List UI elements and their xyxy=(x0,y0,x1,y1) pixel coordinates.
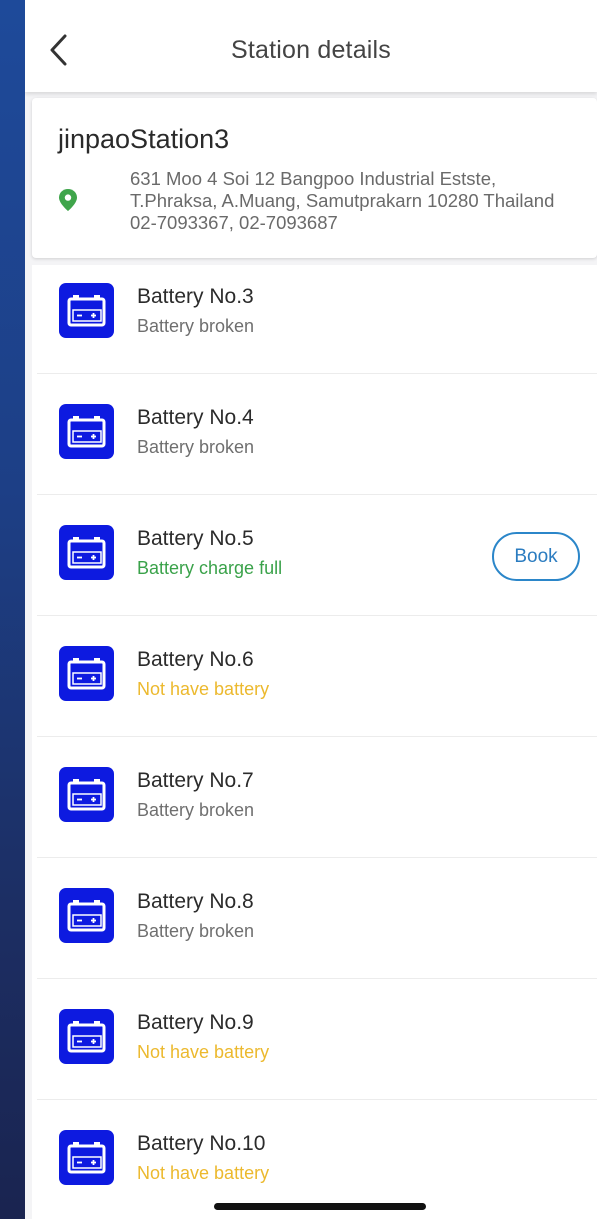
battery-label: Battery No.8 xyxy=(137,890,254,913)
battery-status: Battery broken xyxy=(137,800,255,820)
book-button[interactable]: Book xyxy=(492,532,580,581)
battery-icon xyxy=(59,404,114,459)
battery-icon xyxy=(59,767,114,822)
battery-row[interactable]: Battery No.8 Battery broken xyxy=(32,858,597,979)
screen: Station details jinpaoStation3 631 Moo 4… xyxy=(25,0,597,1219)
battery-icon xyxy=(59,525,114,580)
station-name: jinpaoStation3 xyxy=(58,124,230,154)
battery-status: Battery charge full xyxy=(137,558,283,578)
battery-row[interactable]: Battery No.4 Battery broken xyxy=(32,374,597,495)
battery-row[interactable]: Battery No.7 Battery broken xyxy=(32,737,597,858)
battery-icon xyxy=(59,1009,114,1064)
battery-row[interactable]: Battery No.6 Not have battery xyxy=(32,616,597,737)
battery-label: Battery No.9 xyxy=(137,1011,254,1034)
battery-row[interactable]: Battery No.9 Not have battery xyxy=(32,979,597,1100)
station-address: 631 Moo 4 Soi 12 Bangpoo Industrial Ests… xyxy=(130,168,555,233)
battery-status: Battery broken xyxy=(137,921,255,941)
battery-label: Battery No.3 xyxy=(137,285,254,308)
battery-label: Battery No.6 xyxy=(137,648,254,671)
page-title: Station details xyxy=(230,36,392,64)
battery-status: Battery broken xyxy=(137,316,255,336)
top-app-bar: Station details xyxy=(25,0,597,92)
battery-label: Battery No.7 xyxy=(137,769,254,792)
battery-icon xyxy=(59,646,114,701)
battery-icon xyxy=(59,888,114,943)
battery-icon xyxy=(59,283,114,338)
battery-status: Not have battery xyxy=(137,1042,270,1062)
battery-label: Battery No.5 xyxy=(137,527,254,550)
location-pin-icon xyxy=(59,189,77,211)
battery-label: Battery No.10 xyxy=(137,1132,266,1155)
battery-label: Battery No.4 xyxy=(137,406,254,429)
battery-status: Not have battery xyxy=(137,679,270,699)
station-info-card: jinpaoStation3 631 Moo 4 Soi 12 Bangpoo … xyxy=(32,98,597,258)
battery-row[interactable]: Battery No.10 Not have battery xyxy=(32,1100,597,1219)
battery-status: Battery broken xyxy=(137,437,255,457)
battery-list: Battery No.3 Battery broken Battery No.4 Ba… xyxy=(32,265,597,1219)
battery-status: Not have battery xyxy=(137,1163,270,1183)
battery-row[interactable]: Battery No.3 Battery broken xyxy=(32,265,597,374)
battery-icon xyxy=(59,1130,114,1185)
home-indicator xyxy=(214,1203,426,1210)
battery-row[interactable]: Battery No.5 Battery charge full Book xyxy=(32,495,597,616)
